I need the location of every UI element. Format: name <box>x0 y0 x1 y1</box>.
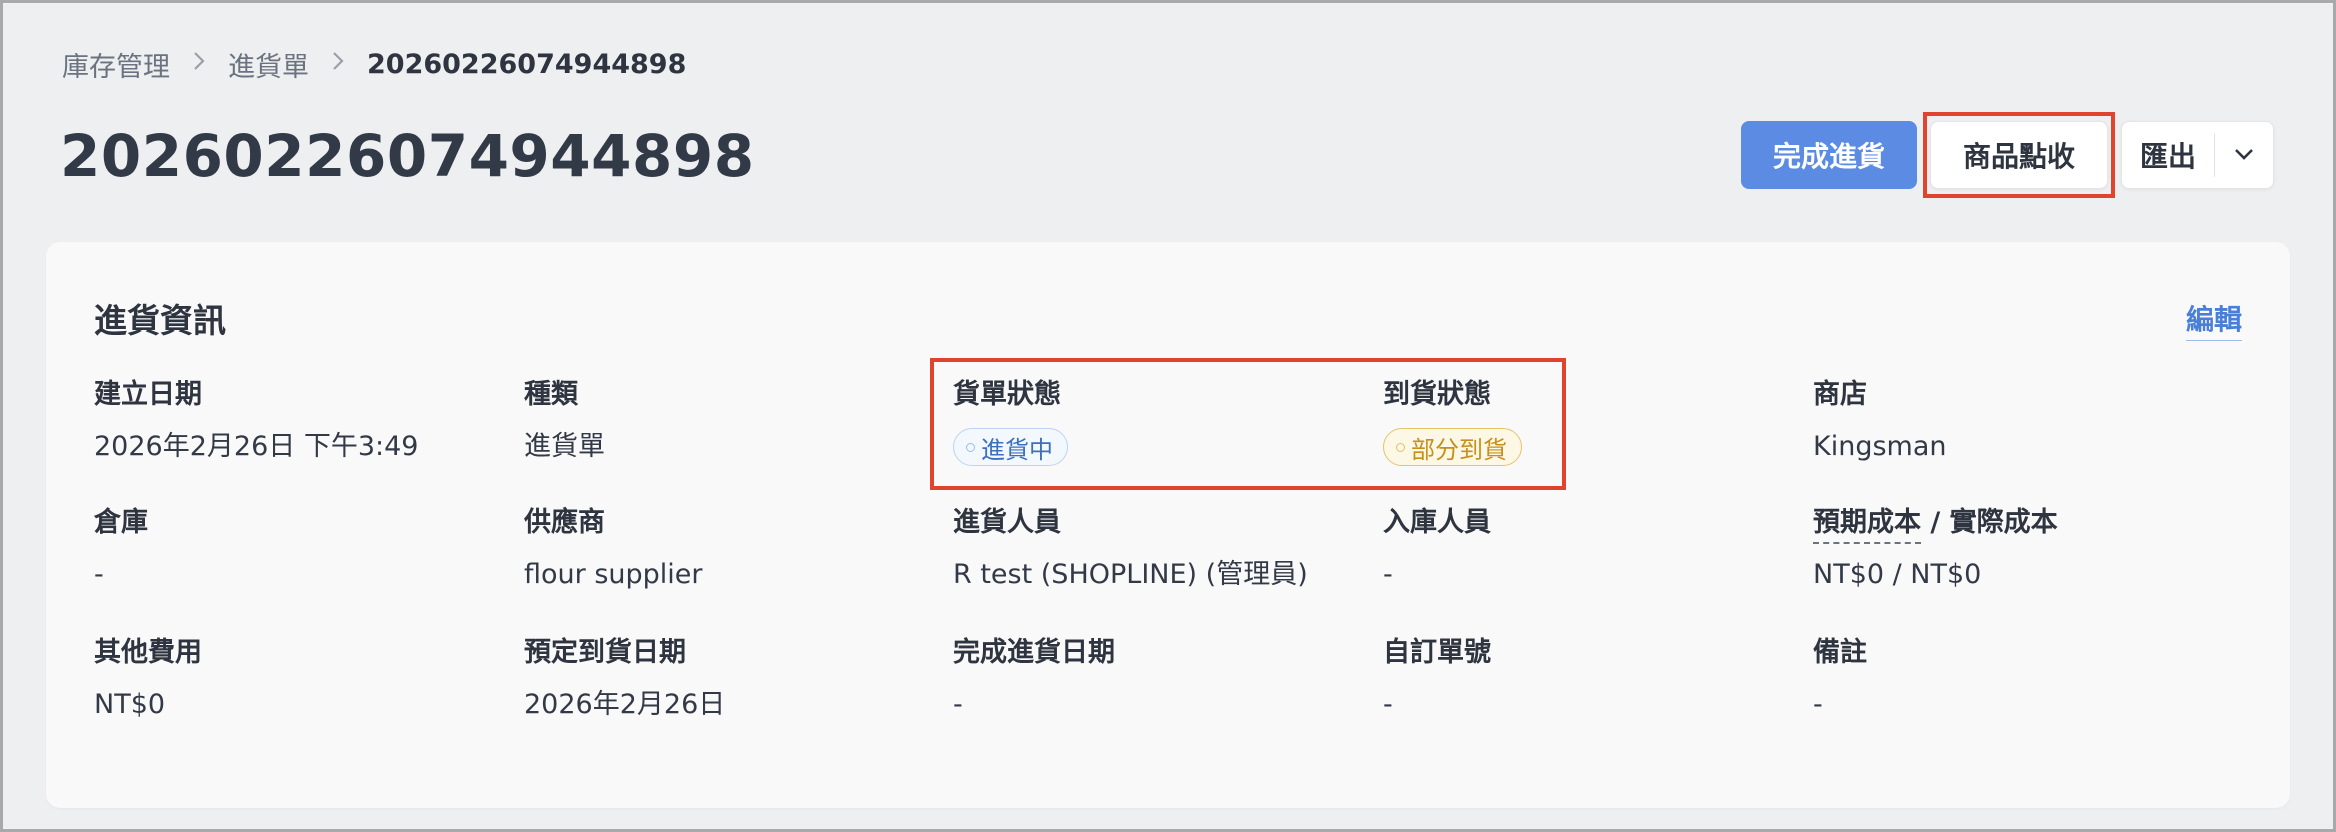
field-warehouse: 倉庫 - <box>94 506 494 592</box>
card-title: 進貨資訊 <box>94 301 226 340</box>
field-completed-date: 完成進貨日期 - <box>953 636 1353 722</box>
field-receiver: 入庫人員 - <box>1383 506 1783 592</box>
field-value: - <box>1383 689 1393 720</box>
field-value: 2026年2月26日 下午3:49 <box>94 431 419 462</box>
field-label: 進貨人員 <box>953 507 1061 538</box>
breadcrumb-purchase-order-link[interactable]: 進貨單 <box>228 45 309 84</box>
export-dropdown-toggle[interactable] <box>2215 121 2273 189</box>
edit-link[interactable]: 編輯 <box>2185 298 2242 341</box>
breadcrumb-inventory-link[interactable]: 庫存管理 <box>62 45 170 84</box>
field-value: 2026年2月26日 <box>524 689 726 720</box>
field-label: 商店 <box>1813 379 1867 410</box>
field-label: 貨單狀態 <box>953 379 1061 410</box>
field-notes: 備註 - <box>1813 636 2213 722</box>
field-arrival-status: 到貨狀態 部分到貨 <box>1383 378 1783 466</box>
breadcrumb: 庫存管理 進貨單 20260226074944898 <box>62 45 687 84</box>
field-value: 進貨單 <box>524 431 605 462</box>
field-value: flour supplier <box>524 559 703 590</box>
field-label: 備註 <box>1813 637 1867 668</box>
field-label: 預期成本 / 實際成本 <box>1813 506 2213 544</box>
field-supplier: 供應商 flour supplier <box>524 506 924 592</box>
field-value: Kingsman <box>1813 431 1947 462</box>
field-cost: 預期成本 / 實際成本 NT$0 / NT$0 <box>1813 506 2213 592</box>
page-title: 20260226074944898 <box>60 122 755 190</box>
field-label: 入庫人員 <box>1383 507 1491 538</box>
breadcrumb-current: 20260226074944898 <box>367 48 687 80</box>
field-order-status: 貨單狀態 進貨中 <box>953 378 1353 466</box>
field-expected-arrival: 預定到貨日期 2026年2月26日 <box>524 636 924 722</box>
chevron-down-icon <box>2233 146 2255 165</box>
status-dot-icon <box>966 442 975 452</box>
field-label: 建立日期 <box>94 379 202 410</box>
field-label: 預定到貨日期 <box>524 637 686 668</box>
field-value: - <box>1813 689 1823 720</box>
status-dot-icon <box>1396 442 1405 452</box>
actual-cost-label: 實際成本 <box>1949 507 2058 538</box>
field-purchaser: 進貨人員 R test (SHOPLINE) (管理員) <box>953 506 1373 592</box>
field-label: 自訂單號 <box>1383 637 1491 668</box>
field-type: 種類 進貨單 <box>524 378 924 464</box>
field-value: NT$0 / NT$0 <box>1813 559 1982 590</box>
field-label: 供應商 <box>524 507 605 538</box>
receive-items-button[interactable]: 商品點收 <box>1930 121 2108 189</box>
export-split-button: 匯出 <box>2121 121 2274 189</box>
status-badge-text: 進貨中 <box>981 435 1053 464</box>
complete-purchase-button[interactable]: 完成進貨 <box>1741 121 1917 189</box>
field-store: 商店 Kingsman <box>1813 378 2213 464</box>
cost-label-separator: / <box>1921 507 1950 538</box>
chevron-right-icon <box>192 50 206 78</box>
export-button[interactable]: 匯出 <box>2122 135 2214 175</box>
header-actions: 完成進貨 商品點收 匯出 <box>1741 112 2274 198</box>
status-badge: 部分到貨 <box>1383 428 1522 466</box>
purchase-info-card: 進貨資訊 編輯 建立日期 2026年2月26日 下午3:49 種類 進貨單 貨單… <box>46 242 2290 808</box>
receive-button-highlight: 商品點收 <box>1923 112 2115 198</box>
field-value: NT$0 <box>94 689 166 720</box>
field-label: 完成進貨日期 <box>953 637 1115 668</box>
field-label: 種類 <box>524 379 578 410</box>
field-value: R test (SHOPLINE) (管理員) <box>953 559 1308 590</box>
field-value: - <box>953 689 963 720</box>
field-label: 其他費用 <box>94 637 202 668</box>
field-value: - <box>94 559 104 590</box>
chevron-right-icon <box>331 50 345 78</box>
field-custom-number: 自訂單號 - <box>1383 636 1783 722</box>
status-badge-text: 部分到貨 <box>1411 435 1507 464</box>
field-created-date: 建立日期 2026年2月26日 下午3:49 <box>94 378 494 464</box>
field-label: 倉庫 <box>94 507 148 538</box>
expected-cost-tooltip-trigger[interactable]: 預期成本 <box>1813 507 1921 544</box>
field-label: 到貨狀態 <box>1383 379 1491 410</box>
field-other-fees: 其他費用 NT$0 <box>94 636 494 722</box>
field-value: - <box>1383 559 1393 590</box>
status-badge: 進貨中 <box>953 428 1068 466</box>
